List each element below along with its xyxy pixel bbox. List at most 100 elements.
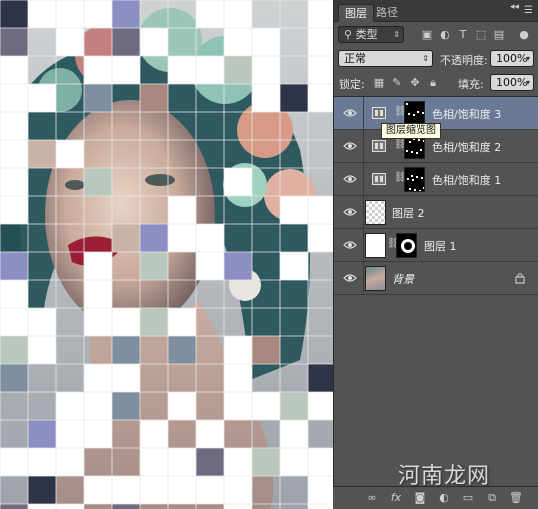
layer-name: 背景 <box>392 273 414 286</box>
layer-name: 色相/饱和度 1 <box>432 174 502 187</box>
row-divider <box>363 163 364 196</box>
eye-icon[interactable] <box>343 239 357 251</box>
mosaic-tile <box>280 448 308 476</box>
mosaic-tile <box>224 476 252 504</box>
layer-row[interactable]: ⛓︎ 色相/饱和度 1 <box>334 163 538 196</box>
mosaic-tile <box>0 56 28 84</box>
lock-icon[interactable] <box>515 272 525 284</box>
lock-label: 锁定: <box>339 78 365 91</box>
layer-thumbnail[interactable] <box>365 266 386 291</box>
mosaic-tile <box>0 364 28 392</box>
chain-link-icon[interactable]: ⛓︎ <box>394 172 407 186</box>
eye-icon[interactable] <box>343 107 357 119</box>
mosaic-tile <box>0 112 28 140</box>
chevron-down-icon: ▾ <box>525 78 530 87</box>
mosaic-tile <box>56 28 84 56</box>
layer-filter-row: ⚲ 类型 ⇕ ▣ ◐ T ⬚ ▤ ● <box>334 24 538 46</box>
collapse-icon[interactable]: ◂◂ <box>510 2 519 12</box>
layer-name: 色相/饱和度 2 <box>432 141 502 154</box>
filter-smart-object-icon[interactable]: ▤ <box>492 28 506 42</box>
document-canvas[interactable] <box>0 0 333 509</box>
filter-type-icon[interactable]: T <box>456 28 470 42</box>
fill-input[interactable]: 100% ▾ <box>490 74 534 91</box>
new-layer-icon[interactable]: ⧉ <box>485 491 499 505</box>
add-mask-icon[interactable]: ◙ <box>413 491 427 505</box>
layer-mask-thumbnail[interactable] <box>404 167 425 192</box>
lock-all-icon[interactable]: 🔒︎ <box>426 76 440 90</box>
link-layers-icon[interactable]: ∞ <box>365 491 379 505</box>
mosaic-tile <box>140 448 168 476</box>
mosaic-tile <box>140 84 168 112</box>
eye-icon[interactable] <box>343 140 357 152</box>
opacity-input[interactable]: 100% ▾ <box>490 50 534 67</box>
mosaic-tile <box>84 168 112 196</box>
mosaic-tile <box>56 448 84 476</box>
filter-shape-icon[interactable]: ⬚ <box>474 28 488 42</box>
mosaic-tile <box>84 392 112 420</box>
blend-mode-select[interactable]: 正常 ⇕ <box>338 50 433 67</box>
mosaic-tile <box>0 252 28 280</box>
tab-paths[interactable]: 路径 <box>370 4 404 22</box>
mosaic-tile <box>0 140 28 168</box>
filter-kind-select[interactable]: ⚲ 类型 ⇕ <box>338 26 404 43</box>
mosaic-tile <box>224 28 252 56</box>
mosaic-tile <box>308 28 333 56</box>
eye-icon[interactable] <box>343 272 357 284</box>
lock-position-icon[interactable]: ✥ <box>408 76 422 90</box>
layer-name: 色相/饱和度 3 <box>432 108 502 121</box>
new-group-icon[interactable]: ▭ <box>461 491 475 505</box>
mosaic-tile <box>84 420 112 448</box>
mosaic-tile <box>84 364 112 392</box>
eye-icon[interactable] <box>343 206 357 218</box>
mosaic-tile <box>112 364 140 392</box>
lock-transparent-icon[interactable]: ▦ <box>372 76 386 90</box>
mosaic-tile <box>252 28 280 56</box>
chain-link-icon[interactable]: ⛓︎ <box>394 106 407 120</box>
mosaic-tile <box>0 448 28 476</box>
mosaic-tile <box>224 448 252 476</box>
layer-thumbnail[interactable] <box>365 200 386 225</box>
trash-icon[interactable]: 🗑︎ <box>509 491 523 505</box>
mosaic-tile <box>140 28 168 56</box>
new-adjustment-icon[interactable]: ◐ <box>437 491 451 505</box>
layers-panel: 图层 路径 ◂◂ ☰ ⚲ 类型 ⇕ ▣ ◐ T ⬚ ▤ ● 正常 ⇕ 不透明度:… <box>333 0 538 509</box>
mosaic-tile <box>0 336 28 364</box>
layer-row[interactable]: 背景 <box>334 262 538 295</box>
mosaic-tile <box>140 476 168 504</box>
fx-icon[interactable]: fx <box>389 491 403 505</box>
eye-icon[interactable] <box>343 173 357 185</box>
mosaic-tile <box>140 308 168 336</box>
adjustment-layer-icon <box>372 173 386 185</box>
layer-mask-thumbnail[interactable] <box>396 233 417 258</box>
mosaic-tile <box>112 336 140 364</box>
opacity-value: 100% <box>496 52 528 65</box>
mosaic-tile <box>168 308 196 336</box>
filter-pixel-icon[interactable]: ▣ <box>420 28 434 42</box>
row-divider <box>363 196 364 229</box>
mosaic-tile <box>56 140 84 168</box>
mosaic-tile <box>112 56 140 84</box>
chain-link-icon[interactable]: ⛓︎ <box>387 238 400 252</box>
mosaic-tile <box>224 364 252 392</box>
chevron-down-icon: ⇕ <box>422 54 429 63</box>
chevron-down-icon: ⇕ <box>393 30 400 39</box>
filter-adjustment-icon[interactable]: ◐ <box>438 28 452 42</box>
filter-toggle-icon[interactable]: ● <box>517 28 531 42</box>
mosaic-tile <box>252 84 280 112</box>
mosaic-tile <box>224 336 252 364</box>
mosaic-tile <box>224 0 252 28</box>
chain-link-icon[interactable]: ⛓︎ <box>394 139 407 153</box>
mosaic-tile <box>280 392 308 420</box>
layer-thumbnail[interactable] <box>365 233 386 258</box>
layer-row[interactable]: ⛓︎ 图层 1 <box>334 229 538 262</box>
mosaic-tile <box>0 280 28 308</box>
mosaic-tile <box>168 476 196 504</box>
blend-opacity-row: 正常 ⇕ 不透明度: 100% ▾ <box>334 48 538 70</box>
panel-menu-icon[interactable]: ☰ <box>524 5 533 16</box>
tab-layers[interactable]: 图层 <box>338 4 374 22</box>
mosaic-tile <box>112 476 140 504</box>
layer-name: 图层 1 <box>424 240 457 253</box>
blend-mode-value: 正常 <box>344 52 366 65</box>
layer-row[interactable]: 图层 2 <box>334 196 538 229</box>
lock-image-icon[interactable]: ✎ <box>390 76 404 90</box>
